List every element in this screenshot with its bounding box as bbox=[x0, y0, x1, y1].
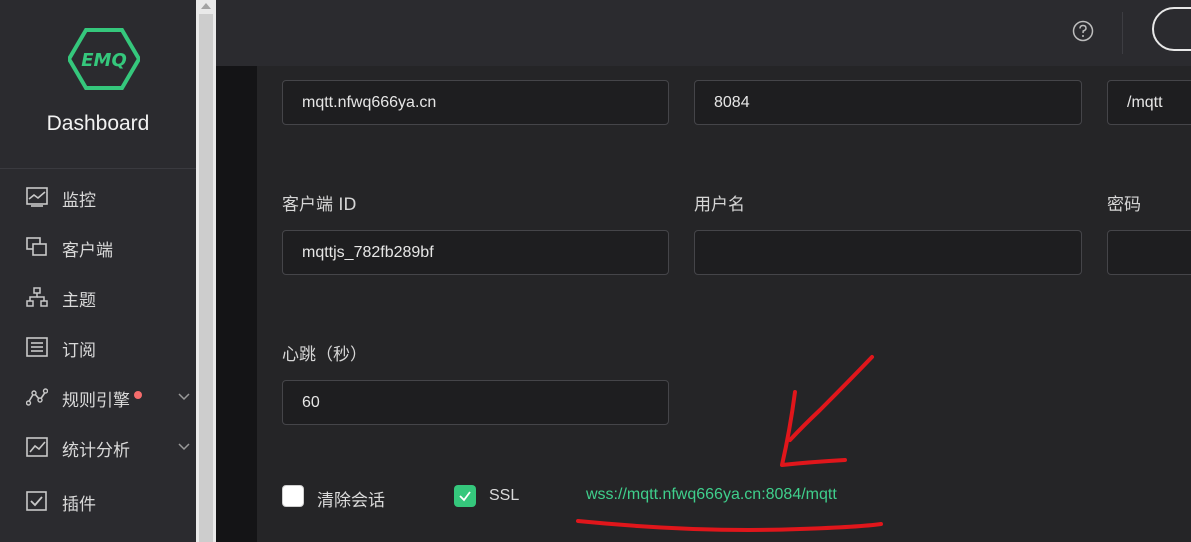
sidebar-item-monitor[interactable]: 监控 bbox=[0, 172, 196, 222]
client-id-label: 客户端 ID bbox=[282, 195, 357, 215]
client-id-input[interactable]: mqttjs_782fb289bf bbox=[282, 230, 669, 275]
clean-session-label: 清除会话 bbox=[317, 491, 385, 511]
sidebar-item-rule-engine[interactable]: 规则引擎 bbox=[0, 372, 196, 422]
emq-logo-icon: EMQ bbox=[68, 28, 140, 90]
chevron-down-icon bbox=[178, 443, 190, 451]
keepalive-label: 心跳（秒） bbox=[282, 345, 367, 365]
plugins-icon bbox=[26, 491, 47, 511]
chevron-down-icon bbox=[178, 393, 190, 401]
help-circle-icon[interactable] bbox=[1072, 20, 1094, 42]
clean-session-checkbox[interactable] bbox=[282, 485, 304, 507]
header-user-button[interactable] bbox=[1152, 7, 1191, 51]
connection-url: wss://mqtt.nfwq666ya.cn:8084/mqtt bbox=[586, 486, 837, 503]
keepalive-input[interactable]: 60 bbox=[282, 380, 669, 425]
sidebar: EMQ Dashboard 监控 客户端 主题 订阅 规则引擎 统计分析 插件 bbox=[0, 0, 196, 542]
sidebar-item-subscriptions[interactable]: 订阅 bbox=[0, 322, 196, 372]
password-input[interactable] bbox=[1107, 230, 1191, 275]
path-input[interactable]: /mqtt bbox=[1107, 80, 1191, 125]
logo-text: EMQ bbox=[81, 50, 127, 71]
connection-form-panel: mqtt.nfwq666ya.cn 8084 /mqtt 客户端 ID 用户名 … bbox=[257, 66, 1191, 542]
sidebar-item-analytics[interactable]: 统计分析 bbox=[0, 422, 196, 472]
password-label: 密码 bbox=[1107, 195, 1141, 215]
sidebar-item-clients[interactable]: 客户端 bbox=[0, 222, 196, 272]
username-input[interactable] bbox=[694, 230, 1082, 275]
sidebar-item-label: 订阅 bbox=[62, 341, 96, 361]
notification-dot bbox=[134, 391, 142, 399]
sidebar-nav: 监控 客户端 主题 订阅 规则引擎 统计分析 插件 bbox=[0, 172, 196, 526]
clients-icon bbox=[26, 237, 47, 256]
content-gutter bbox=[216, 66, 257, 542]
topics-icon bbox=[26, 287, 48, 307]
ssl-checkbox[interactable] bbox=[454, 485, 476, 507]
sidebar-item-topics[interactable]: 主题 bbox=[0, 272, 196, 322]
username-label: 用户名 bbox=[694, 195, 745, 215]
sidebar-item-label: 主题 bbox=[62, 291, 96, 311]
scrollbar-thumb[interactable] bbox=[199, 14, 213, 542]
brand-title: Dashboard bbox=[46, 112, 150, 135]
host-input[interactable]: mqtt.nfwq666ya.cn bbox=[282, 80, 669, 125]
sidebar-item-label: 监控 bbox=[62, 191, 96, 211]
analytics-icon bbox=[26, 437, 48, 457]
port-input[interactable]: 8084 bbox=[694, 80, 1082, 125]
sidebar-divider bbox=[0, 168, 196, 169]
monitor-icon bbox=[26, 187, 48, 207]
sidebar-item-label: 规则引擎 bbox=[62, 391, 130, 411]
top-header bbox=[216, 0, 1191, 66]
ssl-label: SSL bbox=[489, 487, 520, 504]
sidebar-item-label: 插件 bbox=[62, 495, 96, 515]
header-divider bbox=[1122, 12, 1123, 54]
check-icon bbox=[459, 491, 471, 502]
sidebar-scrollbar[interactable] bbox=[196, 0, 216, 542]
sidebar-item-label: 统计分析 bbox=[62, 441, 130, 461]
rule-engine-icon bbox=[26, 388, 48, 406]
subscriptions-icon bbox=[26, 337, 48, 357]
scroll-up-arrow-icon[interactable] bbox=[201, 3, 211, 9]
sidebar-item-plugins[interactable]: 插件 bbox=[0, 476, 196, 526]
sidebar-item-label: 客户端 bbox=[62, 241, 113, 261]
